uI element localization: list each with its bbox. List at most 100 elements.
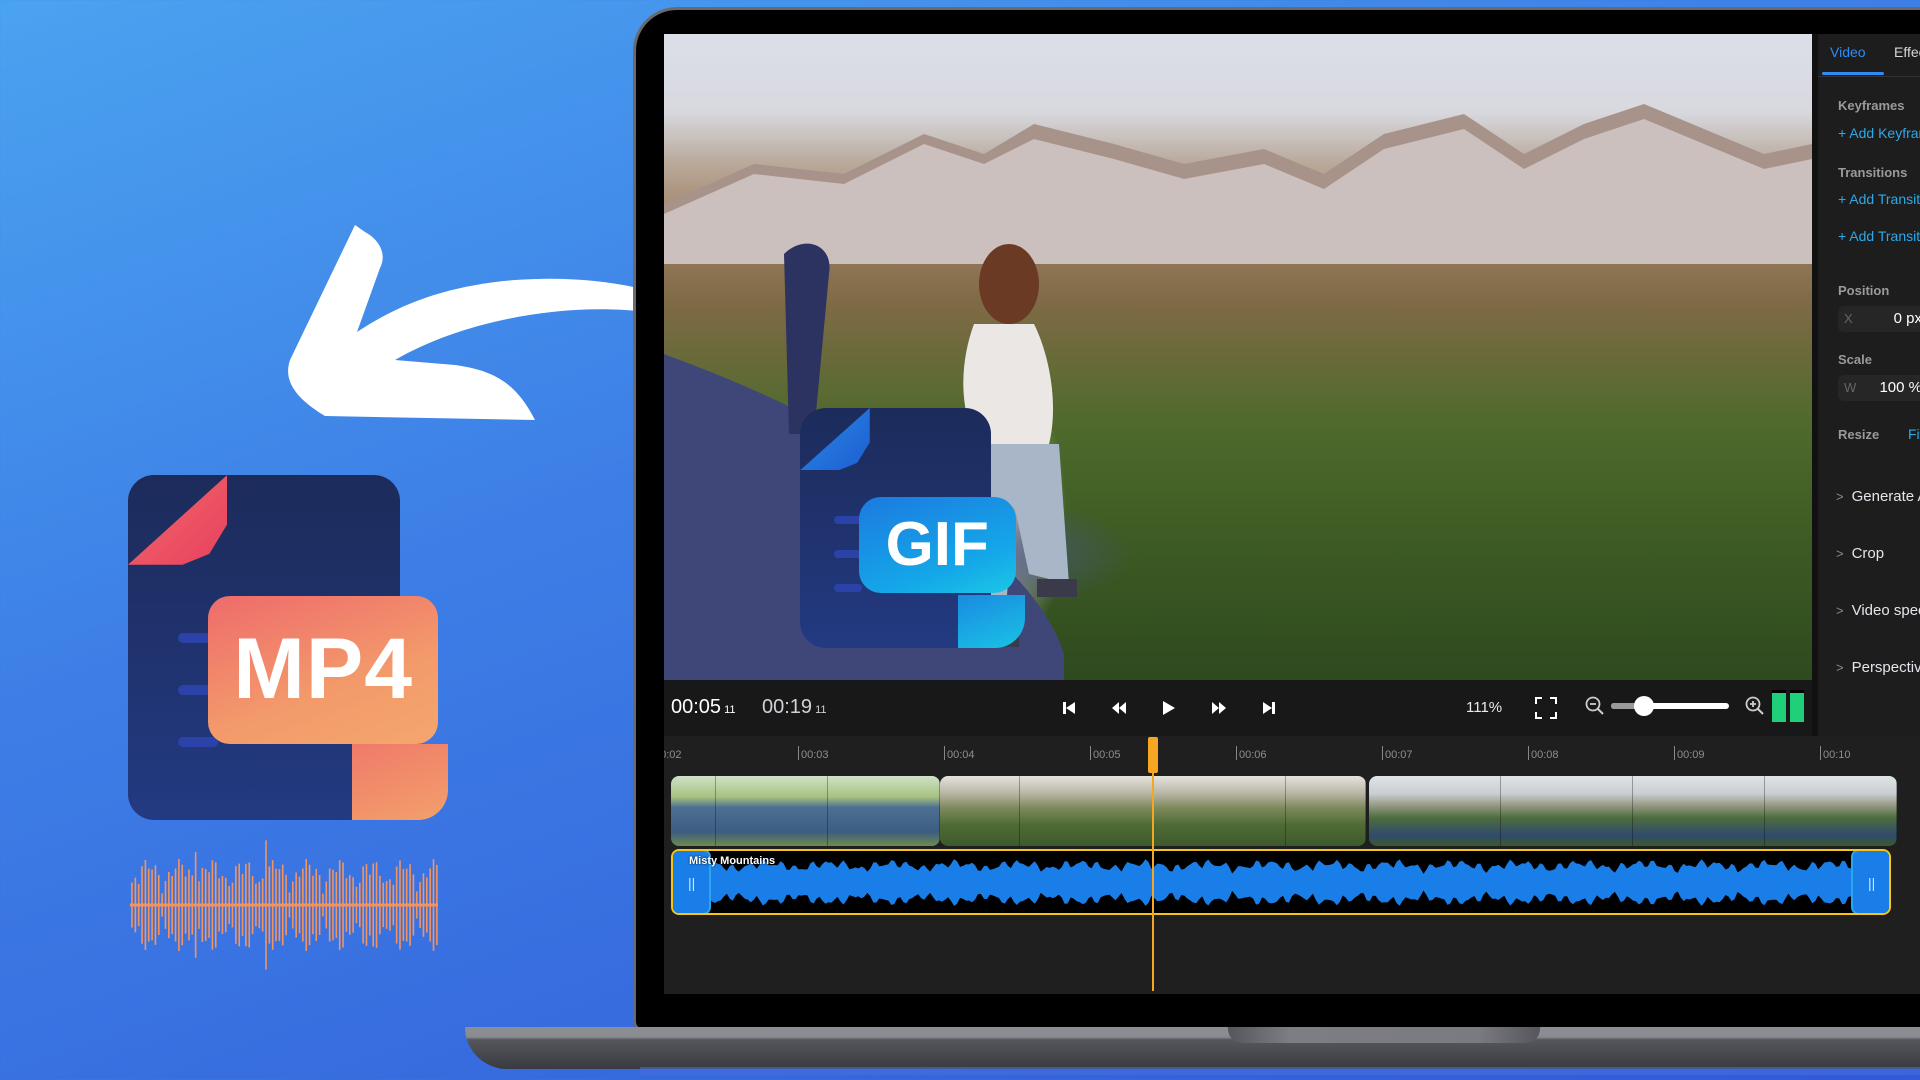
active-tab-indicator bbox=[1822, 72, 1884, 75]
gif-label: GIF bbox=[858, 496, 1016, 593]
fast-forward-button[interactable] bbox=[1194, 694, 1244, 722]
total-time: 00:19 11 bbox=[762, 696, 826, 719]
mp4-file-icon: MP4 bbox=[128, 475, 448, 820]
playhead[interactable] bbox=[1152, 737, 1154, 991]
timeline[interactable]: 00:02 00:03 00:04 00:05 00:06 00:07 00:08 00:09… bbox=[664, 736, 1920, 994]
clip-thumbnail bbox=[1369, 776, 1501, 846]
skip-end-icon bbox=[1263, 702, 1275, 714]
audio-level-meter-left bbox=[1772, 690, 1786, 722]
scale-label: Scale bbox=[1838, 352, 1872, 367]
player-controls: 00:05 11 00:19 11 111% bbox=[664, 680, 1812, 736]
zoom-slider[interactable] bbox=[1611, 696, 1729, 716]
gif-file-icon: GIF bbox=[800, 408, 1025, 648]
ruler-tick: 00:09 bbox=[1674, 746, 1705, 761]
clip-thumbnail bbox=[671, 776, 717, 846]
accordion-label: Perspective bbox=[1851, 659, 1920, 676]
audio-level-meter-right bbox=[1790, 690, 1804, 722]
scale-axis: W bbox=[1844, 380, 1857, 395]
properties-panel: Video Effects Keyframes + Add Keyframe T… bbox=[1812, 34, 1920, 736]
accordion-label: Generate AI bbox=[1851, 488, 1920, 505]
total-frames: 11 bbox=[815, 704, 827, 716]
skip-to-end-button[interactable] bbox=[1244, 694, 1294, 722]
zoom-out-icon[interactable] bbox=[1584, 695, 1606, 717]
scale-value: 100 % bbox=[1879, 379, 1920, 396]
audio-track-title: Misty Mountains bbox=[689, 855, 776, 867]
ruler-tick: 00:02 bbox=[664, 749, 682, 761]
transport-controls bbox=[1044, 694, 1294, 722]
tab-effects[interactable]: Effects bbox=[1894, 44, 1920, 60]
add-transition-in-button[interactable]: + Add Transition bbox=[1838, 191, 1920, 207]
zoom-percent[interactable]: 111% bbox=[1466, 699, 1502, 716]
ruler-tick: 00:06 bbox=[1236, 746, 1267, 761]
mp4-label: MP4 bbox=[208, 595, 439, 745]
resize-label: Resize bbox=[1838, 427, 1880, 442]
file-curl bbox=[957, 595, 1025, 648]
rewind-icon bbox=[1112, 702, 1126, 714]
clip-thumbnail bbox=[1633, 776, 1765, 846]
fullscreen-icon[interactable] bbox=[1532, 694, 1560, 722]
accordion-perspective[interactable]: > Perspective bbox=[1836, 659, 1920, 676]
ruler-tick: 00:04 bbox=[944, 746, 975, 761]
audio-waveform-shape bbox=[673, 859, 1888, 906]
clip-thumbnail bbox=[1501, 776, 1633, 846]
chevron-right-icon: > bbox=[1836, 660, 1844, 675]
keyframes-label: Keyframes bbox=[1838, 98, 1905, 113]
position-value: 0 px bbox=[1893, 310, 1920, 327]
skip-start-icon bbox=[1063, 702, 1075, 714]
resize-fit-button[interactable]: Fit bbox=[1908, 426, 1920, 442]
position-label: Position bbox=[1838, 283, 1890, 298]
clip-thumbnail bbox=[1153, 776, 1286, 846]
position-axis: X bbox=[1844, 311, 1853, 326]
accordion-label: Video speed bbox=[1851, 602, 1920, 619]
video-clip[interactable] bbox=[1369, 776, 1897, 846]
clip-thumbnail bbox=[716, 776, 829, 846]
panel-tabs: Video Effects bbox=[1818, 34, 1920, 77]
clip-thumbnail bbox=[1020, 776, 1153, 846]
clip-thumbnail bbox=[940, 776, 1021, 846]
clip-thumbnail bbox=[1765, 776, 1897, 846]
accordion-video-speed[interactable]: > Video speed bbox=[1836, 602, 1920, 619]
tab-video[interactable]: Video bbox=[1830, 44, 1866, 60]
file-curl bbox=[352, 744, 448, 820]
clip-thumbnail bbox=[1285, 776, 1366, 846]
timeline-ruler[interactable]: 00:02 00:03 00:04 00:05 00:06 00:07 00:08 00:09… bbox=[664, 736, 1920, 770]
video-editor-app: GIF 00:05 11 00:19 11 111% Video Effe Ke… bbox=[664, 34, 1920, 994]
audio-waveform-icon bbox=[130, 840, 438, 970]
chevron-right-icon: > bbox=[1836, 603, 1844, 618]
ruler-tick: 00:03 bbox=[798, 746, 829, 761]
total-time-value: 00:19 bbox=[762, 696, 813, 718]
ruler-tick: 00:05 bbox=[1090, 746, 1121, 761]
accordion-generate-ai[interactable]: > Generate AI bbox=[1836, 488, 1920, 505]
add-transition-out-button[interactable]: + Add Transition bbox=[1838, 228, 1920, 244]
current-time-value: 00:05 bbox=[671, 696, 722, 718]
zoom-in-icon[interactable] bbox=[1744, 695, 1766, 717]
audio-track[interactable]: Misty Mountains || || bbox=[671, 849, 1891, 915]
file-line bbox=[178, 737, 218, 747]
scale-width-field[interactable]: W 100 % bbox=[1838, 375, 1920, 401]
zoom-slider-knob[interactable] bbox=[1634, 696, 1655, 716]
file-line bbox=[834, 516, 862, 524]
chevron-right-icon: > bbox=[1836, 489, 1844, 504]
file-line bbox=[834, 584, 862, 592]
transitions-label: Transitions bbox=[1838, 165, 1908, 180]
audio-level-fill bbox=[1790, 693, 1804, 722]
ruler-tick: 00:08 bbox=[1528, 746, 1559, 761]
audio-track-waveform bbox=[673, 859, 1888, 906]
skip-to-start-button[interactable] bbox=[1044, 694, 1094, 722]
video-clip[interactable] bbox=[671, 776, 940, 846]
fast-forward-icon bbox=[1212, 702, 1226, 714]
rewind-button[interactable] bbox=[1094, 694, 1144, 722]
audio-level-fill bbox=[1772, 692, 1786, 722]
laptop-shadow bbox=[640, 1067, 1920, 1075]
position-x-field[interactable]: X 0 px bbox=[1838, 306, 1920, 332]
audio-trim-handle-right[interactable]: || bbox=[1851, 851, 1889, 913]
current-frames: 11 bbox=[724, 704, 736, 716]
play-button[interactable] bbox=[1144, 694, 1194, 722]
clip-thumbnail bbox=[828, 776, 940, 846]
add-keyframe-button[interactable]: + Add Keyframe bbox=[1838, 125, 1920, 141]
file-line bbox=[834, 550, 862, 558]
accordion-crop[interactable]: > Crop bbox=[1836, 545, 1884, 562]
chevron-right-icon: > bbox=[1836, 546, 1844, 561]
current-time: 00:05 11 bbox=[671, 696, 735, 719]
laptop-notch bbox=[1228, 1027, 1540, 1043]
